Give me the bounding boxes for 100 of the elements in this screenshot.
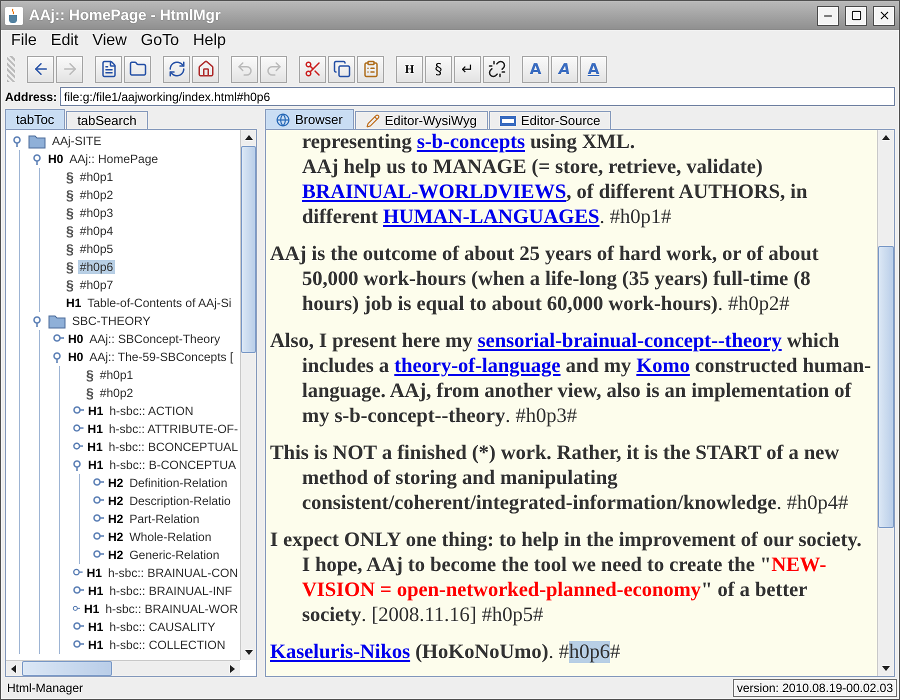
minimize-button[interactable] xyxy=(817,6,839,26)
section-mark: § xyxy=(66,259,74,275)
link[interactable]: sensorial-brainual-concept--theory xyxy=(478,330,782,352)
link[interactable]: BRAINUAL-WORLDVIEWS xyxy=(302,181,566,203)
link[interactable]: s-b-concepts xyxy=(416,131,526,153)
tree-item[interactable]: AAj:: SBConcept-Theory xyxy=(87,332,222,346)
scroll-arrow-icon[interactable] xyxy=(881,663,891,673)
tab[interactable]: tabSearch xyxy=(66,111,148,129)
heading-level: H2 xyxy=(108,512,124,526)
format-button[interactable]: § xyxy=(425,56,452,82)
tab[interactable]: tabToc xyxy=(5,109,66,129)
toolbar-button[interactable] xyxy=(163,56,190,82)
section-mark: § xyxy=(66,277,74,293)
heading-level: H1 xyxy=(88,422,103,436)
heading-level: H1 xyxy=(84,602,100,616)
scroll-arrow-icon[interactable] xyxy=(9,664,19,674)
toolbar-button[interactable] xyxy=(328,56,355,82)
tree-item[interactable]: h-sbc:: BRAINUAL-INF xyxy=(107,584,234,598)
window-title: AAj:: HomePage - HtmlMgr xyxy=(29,7,222,24)
format-button[interactable]: H xyxy=(396,56,423,82)
menu-item[interactable]: Edit xyxy=(44,32,84,50)
vertical-scrollbar[interactable] xyxy=(240,130,256,660)
tree-item[interactable]: AAj:: The-59-SBConcepts [ xyxy=(87,350,236,364)
toolbar-button[interactable] xyxy=(483,56,510,82)
section-mark: § xyxy=(66,187,74,203)
maximize-button[interactable] xyxy=(845,6,867,26)
tree-item[interactable]: #h0p1 xyxy=(78,170,116,184)
scroll-arrow-icon[interactable] xyxy=(244,133,254,143)
format-button[interactable]: A xyxy=(580,56,607,82)
heading-level: H1 xyxy=(88,458,104,472)
heading-level: H0 xyxy=(48,152,64,166)
tree-item[interactable]: Part-Relation xyxy=(127,512,202,526)
toolbar-button[interactable] xyxy=(95,56,122,82)
tree-item[interactable]: AAj:: HomePage xyxy=(67,152,160,166)
maximize-icon xyxy=(850,10,862,21)
menu-item[interactable]: View xyxy=(86,32,133,50)
format-button[interactable]: ↵ xyxy=(454,56,481,82)
link[interactable]: theory-of-language xyxy=(394,355,561,377)
tree-item[interactable]: h-sbc:: ACTION xyxy=(107,404,196,418)
tab[interactable]: Editor-Source xyxy=(488,111,612,129)
format-button[interactable]: A xyxy=(522,56,549,82)
heading-level: H1 xyxy=(88,404,104,418)
tree-item[interactable]: Generic-Relation xyxy=(127,548,222,562)
link[interactable]: Komo xyxy=(636,355,690,377)
tree-item[interactable]: AAj-SITE xyxy=(50,134,104,148)
heading-level: H2 xyxy=(108,530,124,544)
toolbar-grip[interactable] xyxy=(7,56,15,82)
section-mark: § xyxy=(86,385,94,401)
copy-icon xyxy=(332,60,350,78)
toolbar-button[interactable] xyxy=(27,56,54,82)
heading-level: H2 xyxy=(108,494,124,508)
menu-item[interactable]: GoTo xyxy=(134,32,185,50)
tree-item[interactable]: #h0p6 xyxy=(78,260,116,274)
tree-item[interactable]: h-sbc:: CAUSALITY xyxy=(107,620,218,634)
tree-item[interactable]: h-sbc:: B-CONCEPTUA xyxy=(107,458,238,472)
tree-item[interactable]: h-sbc:: ATTRIBUTE-OF- xyxy=(106,422,240,436)
tab[interactable]: Editor-WysiWyg xyxy=(354,111,488,129)
close-button[interactable] xyxy=(873,6,895,26)
paragraph: Also, I present here my sensorial-brainual-concept--theory which includes a theory-of-language and my Komo constructed human-language. AAj, from another view, also is an implementation of my s-b-concept--theory. #h0p3# xyxy=(270,329,871,429)
tree-item[interactable]: h-sbc:: BRAINUAL-CON xyxy=(106,566,240,580)
link[interactable]: HUMAN-LANGUAGES xyxy=(383,206,600,228)
tree-item[interactable]: #h0p3 xyxy=(78,206,116,220)
tree-item[interactable]: Table-of-Contents of AAj-Si xyxy=(85,296,234,310)
tab[interactable]: Browser xyxy=(265,109,354,129)
tree-item[interactable]: #h0p7 xyxy=(78,278,116,292)
heading-level: H1 xyxy=(88,620,104,634)
heading-level: H2 xyxy=(108,548,124,562)
tree-item[interactable]: #h0p1 xyxy=(98,368,136,382)
toolbar-button[interactable] xyxy=(192,56,219,82)
tree-item[interactable]: Definition-Relation xyxy=(127,476,230,490)
paragraph: representing s-b-concepts using XML. AAj help us to MANAGE (= store, retrieve, validate) BRAINUAL-WORLDVIEWS, of different AUTHORS, in different HUMAN-LANGUAGES. #h0p1# xyxy=(301,130,808,230)
format-button[interactable]: A xyxy=(551,56,578,82)
section-mark: § xyxy=(66,205,74,221)
folder-icon xyxy=(128,60,146,78)
menu-item[interactable]: Help xyxy=(187,32,232,50)
tree-item[interactable]: h-sbc:: BCONCEPTUAL xyxy=(106,440,240,454)
paragraph: AAj is the outcome of about 25 years of hard work, or of about 50,000 work-hours (when a life-long (35 years) full-time (8 hours) job is equal to about 60,000 work-hours). #h0p2# xyxy=(270,242,820,317)
tree-item[interactable]: Description-Relatio xyxy=(127,494,233,508)
address-field[interactable]: file:g:/file1/aajworking/index.html#h0p6 xyxy=(60,87,895,106)
horizontal-scrollbar[interactable] xyxy=(6,660,240,676)
tree-item[interactable]: h-sbc:: BRAINUAL-WOR xyxy=(103,602,240,616)
tree-item[interactable]: Whole-Relation xyxy=(127,530,214,544)
tree-item[interactable]: #h0p4 xyxy=(78,224,116,238)
tree-item[interactable]: #h0p2 xyxy=(78,188,116,202)
paragraph: This is NOT a finished (*) work. Rather, it is the START of a new method of storing and manipulating consistent/coherent/integrated-information/knowledge. #h0p4# xyxy=(270,441,850,516)
paragraph: I expect ONLY one thing: to help in the improvement of our society. I hope, AAj to become the tool we need to create the "NEW-VISION = open-networked-planned-economy" of a better society. [2008.11.16] #h0p5# xyxy=(270,528,863,628)
vertical-scrollbar[interactable] xyxy=(877,130,894,676)
scroll-arrow-icon[interactable] xyxy=(881,133,891,143)
tree-item[interactable]: SBC-THEORY xyxy=(70,314,152,328)
link[interactable]: Kaseluris-Nikos xyxy=(270,641,410,663)
heading-level: H0 xyxy=(68,332,84,346)
section-mark: § xyxy=(86,367,94,383)
home-icon xyxy=(196,60,214,78)
tree-item[interactable]: h-sbc:: COLLECTION xyxy=(107,638,228,652)
toolbar-button[interactable] xyxy=(124,56,151,82)
menu-item[interactable]: File xyxy=(5,32,43,50)
undo-icon xyxy=(236,60,254,78)
tree-item[interactable]: #h0p5 xyxy=(78,242,116,256)
tree-item[interactable]: #h0p2 xyxy=(98,386,136,400)
section-mark: § xyxy=(66,241,74,257)
